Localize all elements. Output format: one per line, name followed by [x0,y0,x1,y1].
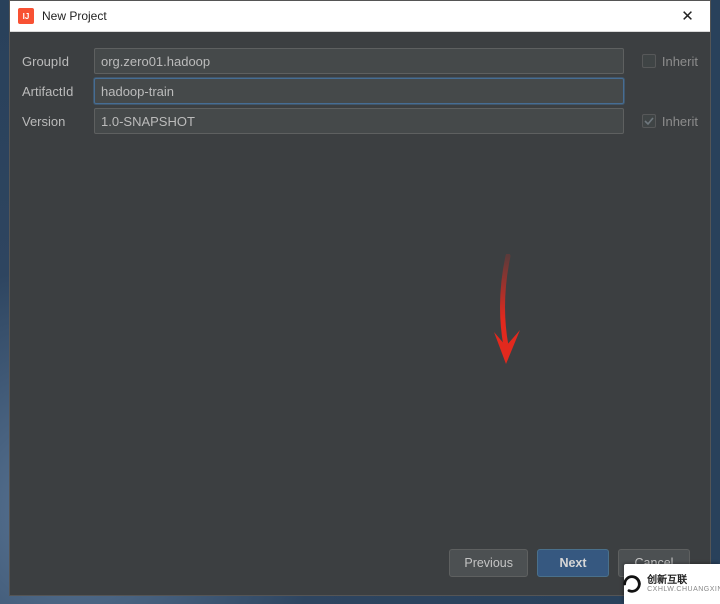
watermark-sub: CXHLW.CHUANGXIN [647,586,720,593]
window-title: New Project [42,9,665,23]
checkbox-icon [642,54,656,68]
watermark-brand: 创新互联 [647,575,720,586]
dialog-content: GroupId Inherit ArtifactId Inherit [10,32,710,595]
inherit-group-id[interactable]: Inherit [624,54,700,69]
watermark-text: 创新互联 CXHLW.CHUANGXIN [647,575,720,593]
close-icon: ✕ [681,7,694,25]
next-button[interactable]: Next [537,549,609,577]
inherit-label: Inherit [662,114,698,129]
empty-body [20,136,700,541]
label-version: Version [20,114,94,129]
input-version[interactable] [94,108,624,134]
inherit-label: Inherit [662,54,698,69]
dialog-footer: Previous Next Cancel [20,541,700,585]
input-artifact-id[interactable] [94,78,624,104]
annotation-arrow-icon [480,254,540,374]
row-version: Version Inherit [20,106,700,136]
row-group-id: GroupId Inherit [20,46,700,76]
inherit-version[interactable]: Inherit [624,114,700,129]
input-group-id[interactable] [94,48,624,74]
maven-coords-form: GroupId Inherit ArtifactId Inherit [20,46,700,136]
previous-button[interactable]: Previous [449,549,528,577]
checkbox-icon [642,114,656,128]
close-button[interactable]: ✕ [665,1,710,31]
app-icon [18,8,34,24]
label-artifact-id: ArtifactId [20,84,94,99]
label-group-id: GroupId [20,54,94,69]
new-project-dialog: New Project ✕ GroupId Inherit ArtifactId [9,0,711,596]
row-artifact-id: ArtifactId Inherit [20,76,700,106]
titlebar: New Project ✕ [10,1,710,32]
watermark-logo-icon [621,573,643,595]
watermark: 创新互联 CXHLW.CHUANGXIN [624,564,720,604]
